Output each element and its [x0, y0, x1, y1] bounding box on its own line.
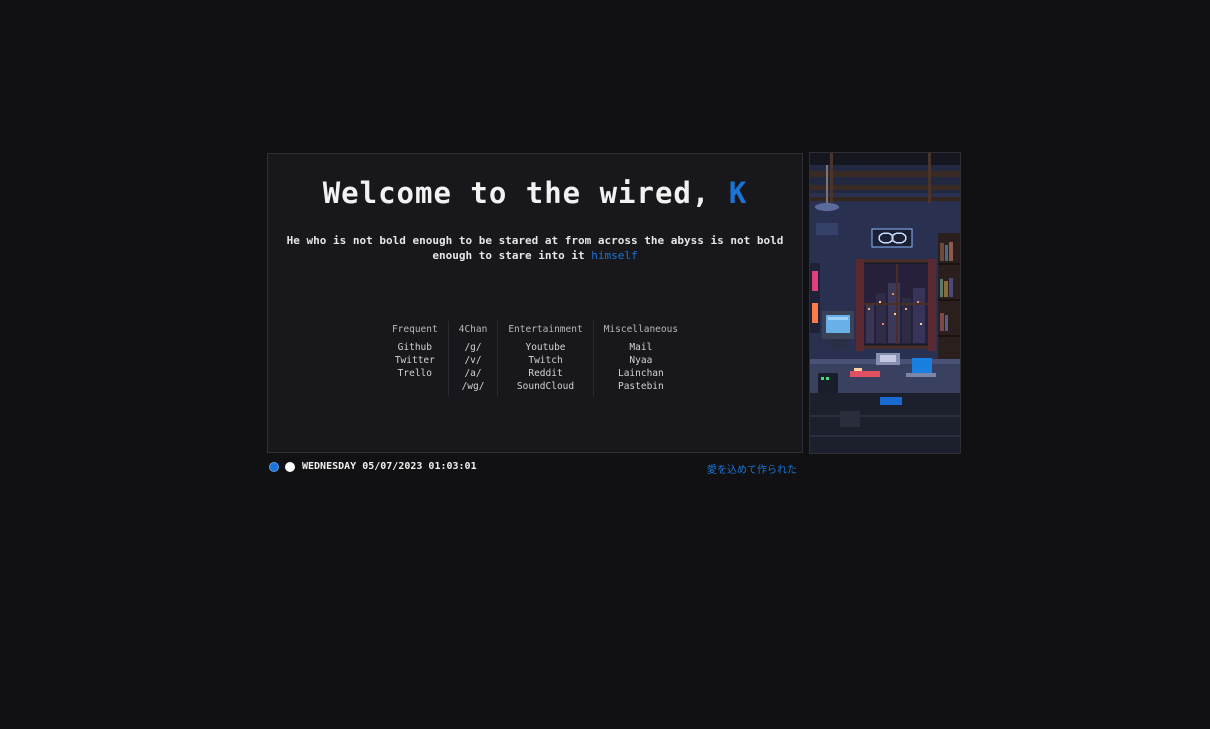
theme-dot-blue-icon[interactable] — [269, 462, 279, 472]
column-heading: Entertainment — [508, 324, 583, 335]
column-heading: Frequent — [391, 324, 438, 335]
welcome-username: K — [728, 176, 748, 210]
link-pastebin[interactable]: Pastebin — [604, 380, 678, 393]
theme-dot-white-icon[interactable] — [285, 462, 295, 472]
column-frequent: Frequent Github Twitter Trello — [382, 321, 448, 396]
column-miscellaneous: Miscellaneous Mail Nyaa Lainchan Pastebi… — [592, 321, 688, 396]
link-wg[interactable]: /wg/ — [459, 380, 488, 393]
welcome-panel: Welcome to the wired, K He who is not bo… — [267, 153, 803, 453]
welcome-heading: Welcome to the wired, K — [268, 176, 802, 210]
link-a[interactable]: /a/ — [459, 367, 488, 380]
link-v[interactable]: /v/ — [459, 354, 488, 367]
column-heading: 4Chan — [458, 324, 488, 335]
column-4chan: 4Chan /g/ /v/ /a/ /wg/ — [447, 321, 498, 396]
column-entertainment: Entertainment Youtube Twitch Reddit Soun… — [497, 321, 592, 396]
status-bar: WEDNESDAY 05/07/2023 01:03:01 愛を込めて作られた — [267, 459, 797, 476]
link-trello[interactable]: Trello — [392, 367, 438, 380]
link-twitch[interactable]: Twitch — [508, 354, 582, 367]
link-youtube[interactable]: Youtube — [508, 341, 582, 354]
link-reddit[interactable]: Reddit — [508, 367, 582, 380]
link-mail[interactable]: Mail — [604, 341, 678, 354]
pixel-art-room-image — [809, 152, 961, 454]
link-github[interactable]: Github — [392, 341, 438, 354]
welcome-prefix: Welcome to the wired, — [322, 176, 729, 210]
quote-text: He who is not bold enough to be stared a… — [286, 233, 784, 263]
quote-accent: himself — [591, 249, 638, 262]
datetime-readout: WEDNESDAY 05/07/2023 01:03:01 — [302, 461, 477, 472]
column-heading: Miscellaneous — [603, 324, 679, 335]
link-g[interactable]: /g/ — [459, 341, 488, 354]
bookmark-columns: Frequent Github Twitter Trello 4Chan /g/… — [268, 321, 802, 396]
link-soundcloud[interactable]: SoundCloud — [508, 380, 582, 393]
credit-text: 愛を込めて作られた — [707, 465, 797, 476]
link-lainchan[interactable]: Lainchan — [604, 367, 678, 380]
link-nyaa[interactable]: Nyaa — [604, 354, 678, 367]
link-twitter[interactable]: Twitter — [392, 354, 438, 367]
quote-body: He who is not bold enough to be stared a… — [286, 234, 784, 262]
